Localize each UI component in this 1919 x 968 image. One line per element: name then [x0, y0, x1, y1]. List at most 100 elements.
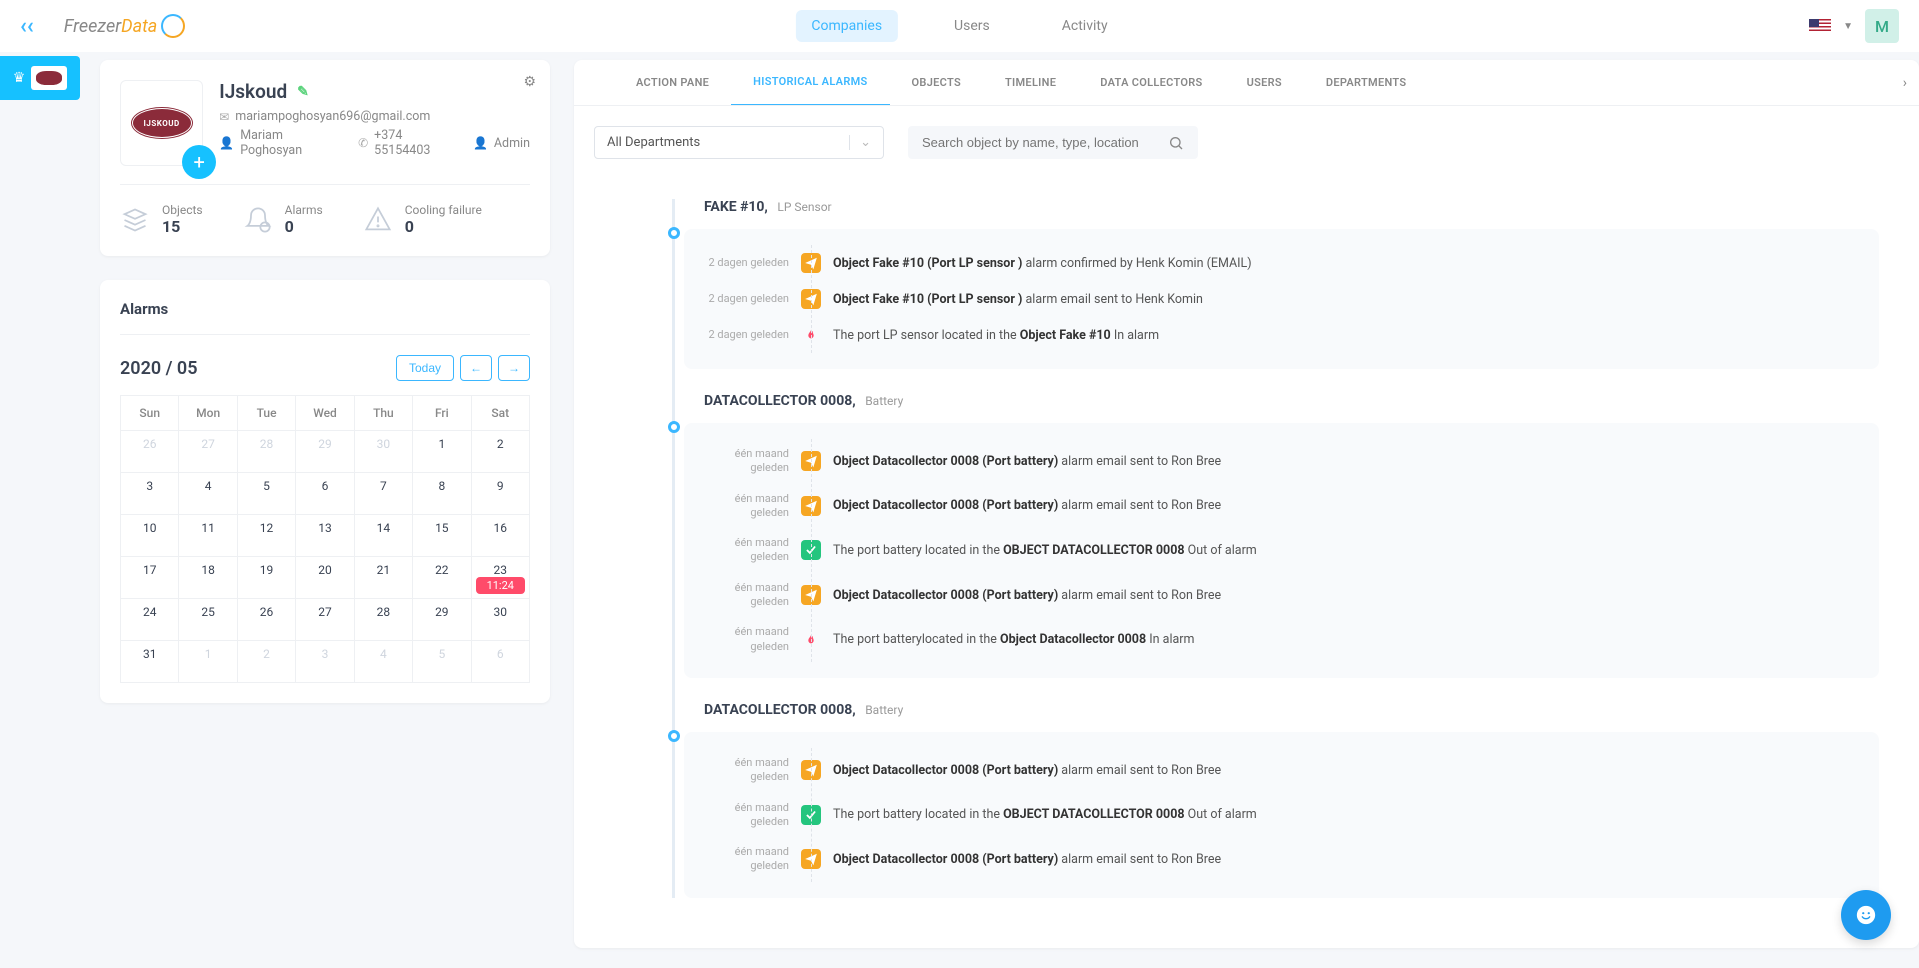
- company-logo: IJSKOUD +: [120, 80, 203, 166]
- department-select[interactable]: All Departments ⌄: [594, 126, 884, 159]
- event-text: The port battery located in the OBJECT D…: [833, 807, 1257, 822]
- event-row: één maand geledenObject Datacollector 00…: [705, 439, 1861, 484]
- chevron-down-icon[interactable]: ▼: [1843, 21, 1853, 32]
- logo[interactable]: FreezerData: [64, 14, 186, 38]
- tab-objects[interactable]: OBJECTS: [890, 60, 983, 105]
- timeline-dot-icon: [668, 421, 680, 433]
- event-time: 2 dagen geleden: [705, 292, 789, 306]
- calendar-cell[interactable]: 5: [413, 641, 471, 683]
- calendar-cell[interactable]: 16: [471, 515, 529, 557]
- cooling-label: Cooling failure: [405, 203, 482, 217]
- calendar-cell[interactable]: 5: [237, 473, 295, 515]
- cooling-icon: [363, 205, 393, 235]
- calendar-cell[interactable]: 13: [296, 515, 354, 557]
- calendar-cell[interactable]: 1: [179, 641, 237, 683]
- timeline-group: FAKE #10, LP Sensor2 dagen geledenObject…: [664, 199, 1879, 369]
- calendar-cell[interactable]: 21: [354, 557, 412, 599]
- cooling-val: 0: [405, 217, 482, 236]
- main-panel: ACTION PANEHISTORICAL ALARMSOBJECTSTIMEL…: [574, 60, 1919, 948]
- calendar-cell[interactable]: 26: [121, 431, 179, 473]
- calendar-cell[interactable]: 19: [237, 557, 295, 599]
- calendar-cell[interactable]: 27: [296, 599, 354, 641]
- calendar-cell[interactable]: 3: [296, 641, 354, 683]
- calendar-cell[interactable]: 28: [237, 431, 295, 473]
- calendar-cell[interactable]: 2: [237, 641, 295, 683]
- timeline-group: DATACOLLECTOR 0008, Battery één maand gel…: [664, 393, 1879, 678]
- calendar-cell[interactable]: 6: [471, 641, 529, 683]
- calendar-cell[interactable]: 24: [121, 599, 179, 641]
- objects-val: 15: [162, 217, 203, 236]
- pencil-icon[interactable]: ✎: [297, 84, 309, 100]
- flag-us-icon[interactable]: [1809, 19, 1831, 33]
- nav-companies[interactable]: Companies: [795, 10, 898, 42]
- chat-button[interactable]: [1841, 890, 1891, 940]
- calendar-cell[interactable]: 9: [471, 473, 529, 515]
- calendar-cell[interactable]: 29: [413, 599, 471, 641]
- calendar-cell[interactable]: 29: [296, 431, 354, 473]
- event-time: één maand geleden: [705, 625, 789, 654]
- calendar-cell[interactable]: 17: [121, 557, 179, 599]
- calendar-cell[interactable]: 14: [354, 515, 412, 557]
- calendar-cell[interactable]: 8: [413, 473, 471, 515]
- calendar-cell[interactable]: 30: [471, 599, 529, 641]
- mail-icon: ✉: [219, 110, 229, 124]
- chevron-down-icon: ⌄: [849, 135, 871, 150]
- calendar-cell[interactable]: 10: [121, 515, 179, 557]
- calendar-cell[interactable]: 22: [413, 557, 471, 599]
- avatar[interactable]: M: [1865, 9, 1899, 43]
- calendar-cell[interactable]: 2: [471, 431, 529, 473]
- calendar-cell[interactable]: 20: [296, 557, 354, 599]
- calendar-cell[interactable]: 4: [354, 641, 412, 683]
- calendar-cell[interactable]: 30: [354, 431, 412, 473]
- calendar-cell[interactable]: 1: [413, 431, 471, 473]
- nav-activity[interactable]: Activity: [1046, 10, 1124, 42]
- back-chevron-icon[interactable]: ‹‹: [20, 14, 34, 39]
- calendar-cell[interactable]: 6: [296, 473, 354, 515]
- calendar-day-header: Tue: [237, 396, 295, 431]
- tab-users[interactable]: USERS: [1225, 60, 1304, 105]
- calendar-cell[interactable]: 11: [179, 515, 237, 557]
- event-block: één maand geledenObject Datacollector 00…: [684, 423, 1879, 678]
- group-title: DATACOLLECTOR 0008, Battery: [704, 393, 1879, 409]
- event-row: één maand geledenThe port battery locate…: [705, 528, 1861, 573]
- tab-action-pane[interactable]: ACTION PANE: [614, 60, 731, 105]
- calendar-cell[interactable]: 26: [237, 599, 295, 641]
- calendar-cell[interactable]: 25: [179, 599, 237, 641]
- alarms-val: 0: [285, 217, 323, 236]
- add-button[interactable]: +: [182, 145, 216, 179]
- search-input[interactable]: [922, 135, 1168, 150]
- calendar-cell[interactable]: 18: [179, 557, 237, 599]
- alarms-label: Alarms: [285, 203, 323, 217]
- calendar-cell[interactable]: 4: [179, 473, 237, 515]
- tabs-chevron-right-icon[interactable]: ›: [1903, 75, 1907, 91]
- tab-timeline[interactable]: TIMELINE: [983, 60, 1078, 105]
- event-time: één maand geleden: [705, 492, 789, 521]
- next-button[interactable]: →: [498, 355, 530, 381]
- user-icon: 👤: [219, 136, 234, 150]
- event-row: 2 dagen geledenObject Fake #10 (Port LP …: [705, 281, 1861, 317]
- gear-icon[interactable]: ⚙: [523, 74, 536, 90]
- event-connector: [811, 245, 813, 353]
- event-row: één maand geleden The port battery locate…: [705, 793, 1861, 838]
- calendar-cell[interactable]: 28: [354, 599, 412, 641]
- tab-departments[interactable]: DEPARTMENTS: [1304, 60, 1428, 105]
- calendar-cell[interactable]: 31: [121, 641, 179, 683]
- calendar-cell[interactable]: 15: [413, 515, 471, 557]
- calendar-cell[interactable]: 27: [179, 431, 237, 473]
- calendar-cell[interactable]: 2311:24: [471, 557, 529, 599]
- tab-historical-alarms[interactable]: HISTORICAL ALARMS: [731, 60, 889, 106]
- calendar-cell[interactable]: 12: [237, 515, 295, 557]
- today-button[interactable]: Today: [396, 355, 454, 381]
- company-card: ⚙ IJSKOUD + IJskoud ✎ ✉mariampoghosyan69…: [100, 60, 550, 256]
- tab-data-collectors[interactable]: DATA COLLECTORS: [1078, 60, 1224, 105]
- event-time: 2 dagen geleden: [705, 328, 789, 342]
- search-icon[interactable]: [1168, 135, 1184, 151]
- nav-users[interactable]: Users: [938, 10, 1006, 42]
- company-phone: +374 55154403: [374, 128, 457, 158]
- event-time: één maand geleden: [705, 801, 789, 830]
- prev-button[interactable]: ←: [460, 355, 492, 381]
- calendar-cell[interactable]: 3: [121, 473, 179, 515]
- phone-icon: ✆: [358, 136, 368, 150]
- calendar-cell[interactable]: 7: [354, 473, 412, 515]
- sidebar-company-badge[interactable]: ♛: [0, 56, 80, 100]
